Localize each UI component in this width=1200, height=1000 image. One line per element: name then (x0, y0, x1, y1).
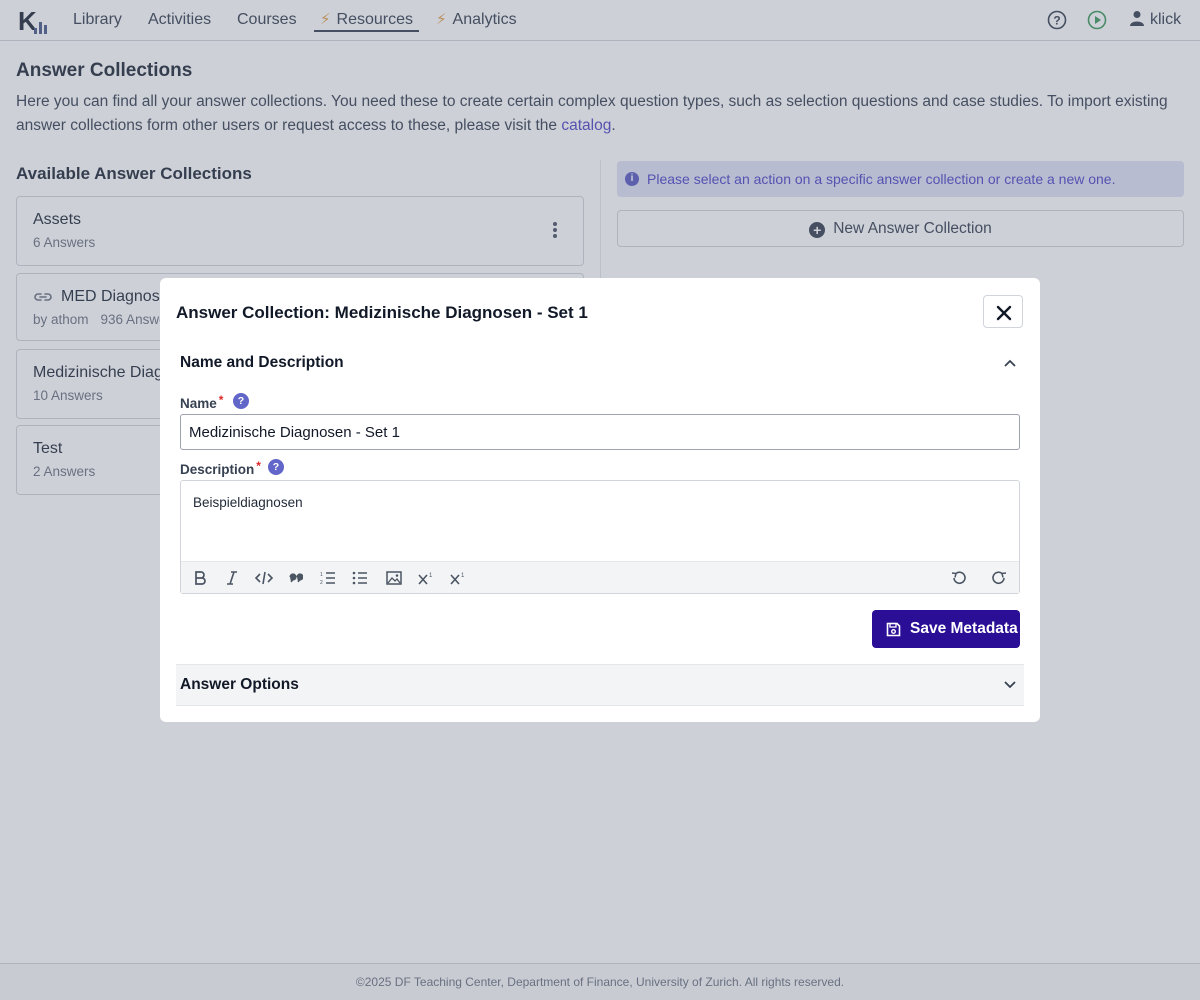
answer-collection-modal: Answer Collection: Medizinische Diagnose… (160, 278, 1040, 722)
name-label-text: Name (180, 396, 217, 411)
name-label: Name * (180, 393, 223, 411)
chevron-up-icon (1004, 359, 1016, 367)
redo-icon[interactable] (988, 568, 1010, 588)
superscript-icon[interactable]: 1 (415, 568, 437, 588)
required-marker: * (256, 459, 261, 473)
chevron-down-icon (1004, 681, 1016, 689)
description-content[interactable]: Beispieldiagnosen (193, 495, 303, 510)
description-label: Description * (180, 459, 261, 477)
description-label-text: Description (180, 462, 255, 477)
svg-text:1: 1 (461, 573, 465, 579)
subscript-icon[interactable]: 1 (447, 568, 469, 588)
svg-text:2: 2 (320, 580, 323, 585)
save-icon (886, 622, 901, 637)
undo-icon[interactable] (948, 568, 970, 588)
bullet-list-icon[interactable] (349, 568, 371, 588)
required-marker: * (218, 393, 224, 407)
close-button[interactable] (983, 295, 1023, 328)
name-description-section-header[interactable]: Name and Description (176, 343, 1024, 385)
close-icon (996, 305, 1012, 321)
code-icon[interactable] (253, 568, 275, 588)
italic-icon[interactable] (221, 568, 243, 588)
answer-options-section-header[interactable]: Answer Options (176, 664, 1024, 706)
section-title: Answer Options (180, 676, 299, 693)
ordered-list-icon[interactable]: 12 (317, 568, 339, 588)
description-editor[interactable]: Beispieldiagnosen 12 1 1 (180, 480, 1020, 594)
modal-title: Answer Collection: Medizinische Diagnose… (176, 303, 588, 322)
save-metadata-label: Save Metadata (910, 620, 1018, 637)
help-icon[interactable]: ? (233, 393, 249, 409)
svg-text:1: 1 (320, 572, 323, 578)
quote-icon[interactable] (285, 568, 307, 588)
section-title: Name and Description (180, 354, 344, 371)
help-icon[interactable]: ? (268, 459, 284, 475)
bold-icon[interactable] (189, 568, 211, 588)
svg-text:1: 1 (429, 573, 433, 579)
name-input[interactable] (180, 414, 1020, 450)
editor-toolbar: 12 1 1 (181, 561, 1019, 593)
image-icon[interactable] (383, 568, 405, 588)
save-metadata-button[interactable]: Save Metadata (872, 610, 1020, 648)
